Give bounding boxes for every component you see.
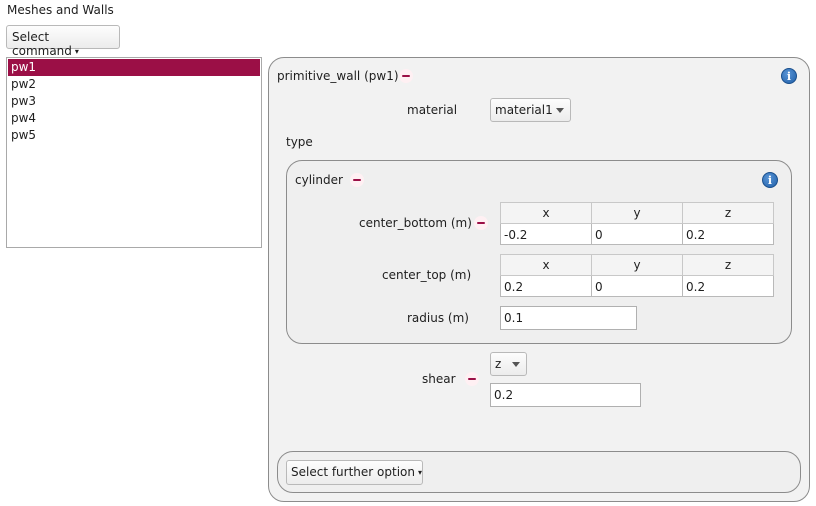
chevron-down-icon — [512, 362, 520, 367]
chevron-down-icon: ▾ — [417, 468, 422, 477]
cylinder-title: cylinder — [295, 173, 343, 187]
center-bottom-z-input[interactable]: 0.2 — [682, 223, 774, 245]
center-top-label: center_top (m) — [382, 268, 472, 282]
primitive-wall-title: primitive_wall (pw1) — [277, 69, 399, 83]
chevron-down-icon — [556, 108, 564, 113]
type-label: type — [286, 135, 313, 149]
select-command-label: Select command — [12, 30, 72, 58]
further-option-label: Select further option — [291, 465, 415, 479]
shear-axis-value: z — [495, 357, 502, 371]
list-item[interactable]: pw4 — [8, 110, 260, 127]
column-header-y: y — [591, 202, 683, 224]
center-top-z-input[interactable]: 0.2 — [682, 275, 774, 297]
list-item[interactable]: pw2 — [8, 76, 260, 93]
column-header-z: z — [682, 254, 774, 276]
column-header-z: z — [682, 202, 774, 224]
column-header-x: x — [500, 202, 592, 224]
remove-cylinder-minus-icon[interactable] — [350, 173, 364, 187]
select-further-option-button[interactable]: Select further option ▾ — [286, 460, 423, 485]
center-top-table: x y z 0.2 0 0.2 — [500, 254, 774, 297]
remove-shear-minus-icon[interactable] — [465, 372, 479, 386]
select-command-button[interactable]: Select command ▾ — [6, 25, 120, 58]
section-title: Meshes and Walls — [7, 3, 114, 17]
list-item[interactable]: pw1 — [8, 59, 260, 76]
center-top-x-input[interactable]: 0.2 — [500, 275, 592, 297]
material-value: material1 — [495, 103, 553, 117]
shear-label: shear — [422, 372, 456, 386]
center-bottom-y-input[interactable]: 0 — [591, 223, 683, 245]
column-header-x: x — [500, 254, 592, 276]
radius-label: radius (m) — [407, 311, 469, 325]
list-item[interactable]: pw3 — [8, 93, 260, 110]
center-bottom-table: x y z -0.2 0 0.2 — [500, 202, 774, 245]
material-select[interactable]: material1 — [490, 98, 571, 122]
center-bottom-x-input[interactable]: -0.2 — [500, 223, 592, 245]
center-top-y-input[interactable]: 0 — [591, 275, 683, 297]
radius-input[interactable]: 0.1 — [500, 306, 637, 330]
list-item[interactable]: pw5 — [8, 127, 260, 144]
info-icon[interactable]: i — [762, 172, 778, 188]
column-header-y: y — [591, 254, 683, 276]
chevron-down-icon: ▾ — [74, 47, 79, 56]
info-icon[interactable]: i — [781, 68, 797, 84]
remove-center-bottom-minus-icon[interactable] — [474, 216, 488, 230]
remove-wall-minus-icon[interactable] — [399, 69, 413, 83]
shear-axis-select[interactable]: z — [490, 352, 527, 376]
shear-value-input[interactable]: 0.2 — [490, 383, 641, 407]
center-bottom-label: center_bottom (m) — [359, 216, 472, 230]
wall-list[interactable]: pw1 pw2 pw3 pw4 pw5 — [6, 57, 262, 248]
material-label: material — [407, 103, 458, 117]
